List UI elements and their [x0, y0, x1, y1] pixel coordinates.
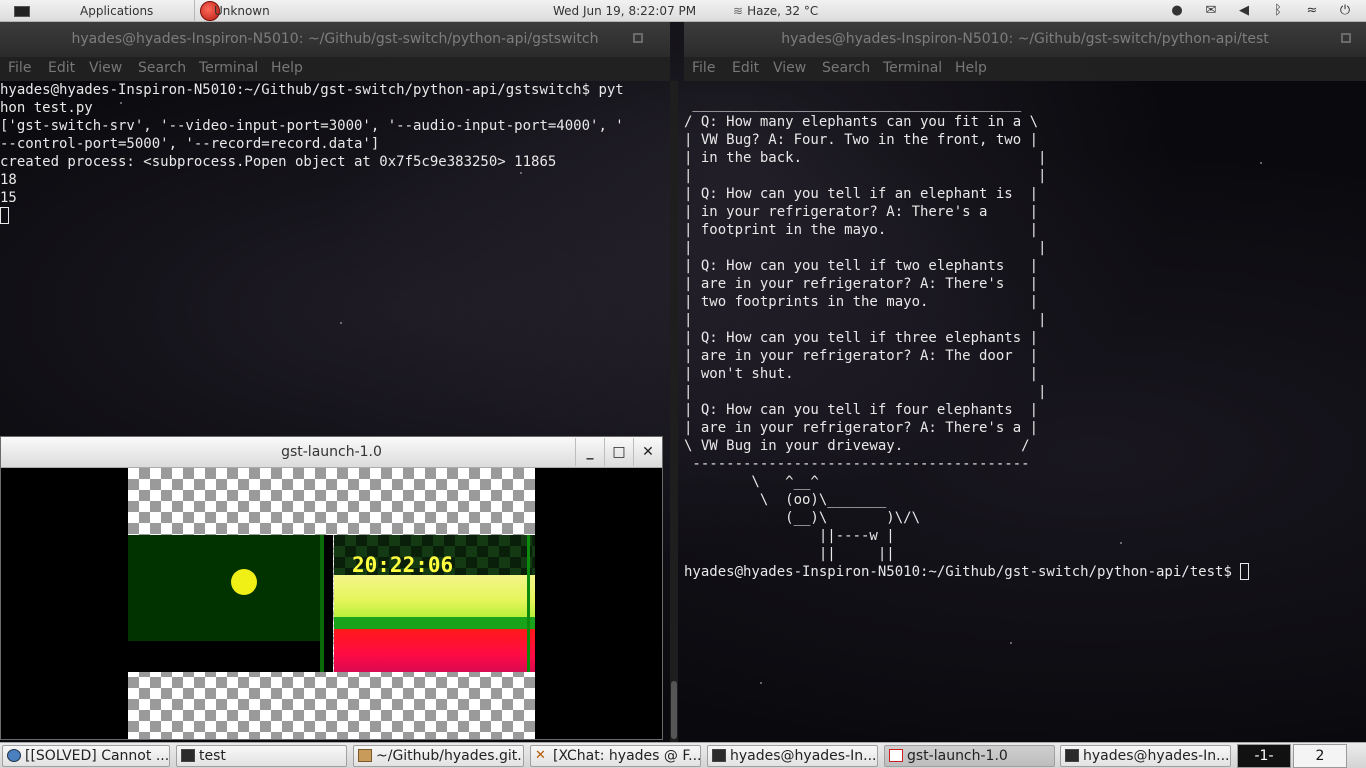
- video-divider: [320, 535, 324, 672]
- maximize-button[interactable]: □: [604, 438, 633, 466]
- applications-menu[interactable]: Applications: [0, 0, 195, 22]
- terminal-window-left[interactable]: hyades@hyades-Inspiron-N5010: ~/Github/g…: [0, 22, 670, 436]
- terminal-right-title: hyades@hyades-Inspiron-N5010: ~/Github/g…: [781, 31, 1269, 47]
- video-divider: [527, 535, 530, 672]
- bouncing-ball: [231, 569, 257, 595]
- volume-icon[interactable]: ◀: [1236, 3, 1252, 19]
- maximize-icon[interactable]: [1341, 33, 1351, 43]
- terminal-icon: [712, 749, 726, 762]
- weather-indicator[interactable]: ≋ Haze, 32 °C: [733, 0, 818, 22]
- gst-launch-window[interactable]: gst-launch-1.0 _ □ ✕ 20:22:06: [0, 436, 663, 740]
- taskbar-item[interactable]: test: [176, 745, 347, 767]
- taskbar-item[interactable]: gst-launch-1.0: [884, 745, 1055, 767]
- terminal-left-menubar: File Edit View Search Terminal Help: [0, 57, 670, 81]
- terminal-right-menubar: File Edit View Search Terminal Help: [684, 57, 1366, 81]
- menu-view[interactable]: View: [773, 60, 806, 76]
- workspace-2[interactable]: 2: [1293, 744, 1347, 768]
- taskbar-item-label: hyades@hyades-In...: [1083, 748, 1230, 764]
- bottom-panel: [[SOLVED] Cannot ... test ~/Github/hyade…: [0, 742, 1366, 768]
- weather-label: Haze, 32 °C: [747, 4, 819, 18]
- taskbar-item[interactable]: hyades@hyades-In...: [707, 745, 878, 767]
- taskbar-item-label: [[SOLVED] Cannot ...: [25, 748, 170, 764]
- terminal-cursor: [0, 207, 9, 224]
- taskbar-item[interactable]: ~/Github/hyades.git...: [353, 745, 524, 767]
- gst-launch-title: gst-launch-1.0: [281, 444, 382, 460]
- terminal-left-scrollbar[interactable]: [670, 81, 678, 742]
- menu-file[interactable]: File: [8, 60, 31, 76]
- taskbar-item-label: [XChat: hyades @ F...: [553, 748, 701, 764]
- terminal-icon: [1065, 749, 1079, 762]
- terminal-window-right[interactable]: hyades@hyades-Inspiron-N5010: ~/Github/g…: [684, 22, 1366, 742]
- menu-help[interactable]: Help: [955, 60, 987, 76]
- active-app-label: Unknown: [214, 4, 270, 18]
- maximize-icon[interactable]: [633, 33, 643, 43]
- minimize-button[interactable]: _: [575, 438, 604, 466]
- taskbar-item[interactable]: [[SOLVED] Cannot ...: [2, 745, 170, 767]
- taskbar-item[interactable]: hyades@hyades-In...: [1060, 745, 1231, 767]
- haze-icon: ≋: [733, 4, 744, 18]
- active-app-indicator[interactable]: Unknown: [198, 0, 308, 22]
- terminal-icon: [181, 749, 195, 762]
- video-yellow-band: [334, 575, 535, 617]
- clock[interactable]: Wed Jun 19, 8:22:07 PM: [553, 0, 696, 22]
- workspace-1[interactable]: -1-: [1237, 744, 1291, 768]
- gst-launch-titlebar[interactable]: gst-launch-1.0 _ □ ✕: [1, 437, 662, 468]
- folder-icon: [358, 749, 372, 762]
- terminal-left-title: hyades@hyades-Inspiron-N5010: ~/Github/g…: [71, 31, 599, 47]
- menu-terminal[interactable]: Terminal: [883, 60, 942, 76]
- video-green-band: [334, 617, 535, 629]
- video-green-area: [128, 535, 320, 641]
- menu-search[interactable]: Search: [138, 60, 186, 76]
- menu-search[interactable]: Search: [822, 60, 870, 76]
- video-red-band: [334, 629, 535, 672]
- taskbar-item-label: test: [199, 748, 226, 764]
- xchat-icon: ✕: [535, 748, 546, 763]
- menu-help[interactable]: Help: [271, 60, 303, 76]
- applications-label: Applications: [80, 4, 154, 18]
- menu-edit[interactable]: Edit: [48, 60, 75, 76]
- video-source-right: 20:22:06: [333, 535, 535, 672]
- cowsay-output: _______________________________________ …: [684, 96, 1047, 562]
- video-source-left: [128, 535, 333, 672]
- top-panel: Applications Unknown Wed Jun 19, 8:22:07…: [0, 0, 1366, 22]
- menu-view[interactable]: View: [89, 60, 122, 76]
- mail-icon[interactable]: ✉: [1203, 3, 1219, 19]
- taskbar-item-label: hyades@hyades-In...: [730, 748, 877, 764]
- video-timestamp: 20:22:06: [352, 553, 454, 577]
- close-button[interactable]: ✕: [633, 438, 662, 466]
- menu-terminal[interactable]: Terminal: [199, 60, 258, 76]
- terminal-cursor: [1240, 563, 1250, 580]
- gst-icon: [889, 749, 903, 762]
- taskbar-item[interactable]: ✕ [XChat: hyades @ F...: [530, 745, 701, 767]
- terminal-right-prompt: hyades@hyades-Inspiron-N5010:~/Github/gs…: [684, 564, 1241, 580]
- video-preview: 20:22:06: [128, 468, 535, 739]
- globe-icon: [7, 749, 21, 762]
- terminal-left-text: hyades@hyades-Inspiron-N5010:~/Github/gs…: [0, 82, 624, 206]
- taskbar-item-label: ~/Github/hyades.git...: [376, 748, 524, 764]
- wifi-icon[interactable]: ≈: [1304, 3, 1320, 19]
- bluetooth-icon[interactable]: ᛒ: [1270, 3, 1286, 19]
- terminal-left-output[interactable]: hyades@hyades-Inspiron-N5010:~/Github/gs…: [0, 81, 670, 436]
- menu-edit[interactable]: Edit: [732, 60, 759, 76]
- terminal-right-titlebar[interactable]: hyades@hyades-Inspiron-N5010: ~/Github/g…: [684, 22, 1366, 57]
- taskbar-item-label: gst-launch-1.0: [907, 748, 1008, 764]
- power-icon[interactable]: ⏻: [1337, 3, 1353, 19]
- terminal-left-titlebar[interactable]: hyades@hyades-Inspiron-N5010: ~/Github/g…: [0, 22, 670, 57]
- chat-icon[interactable]: ●: [1169, 3, 1185, 19]
- terminal-icon: [14, 6, 30, 17]
- scrollbar-thumb[interactable]: [671, 681, 677, 739]
- menu-file[interactable]: File: [692, 60, 715, 76]
- terminal-right-output[interactable]: _______________________________________ …: [684, 95, 1366, 695]
